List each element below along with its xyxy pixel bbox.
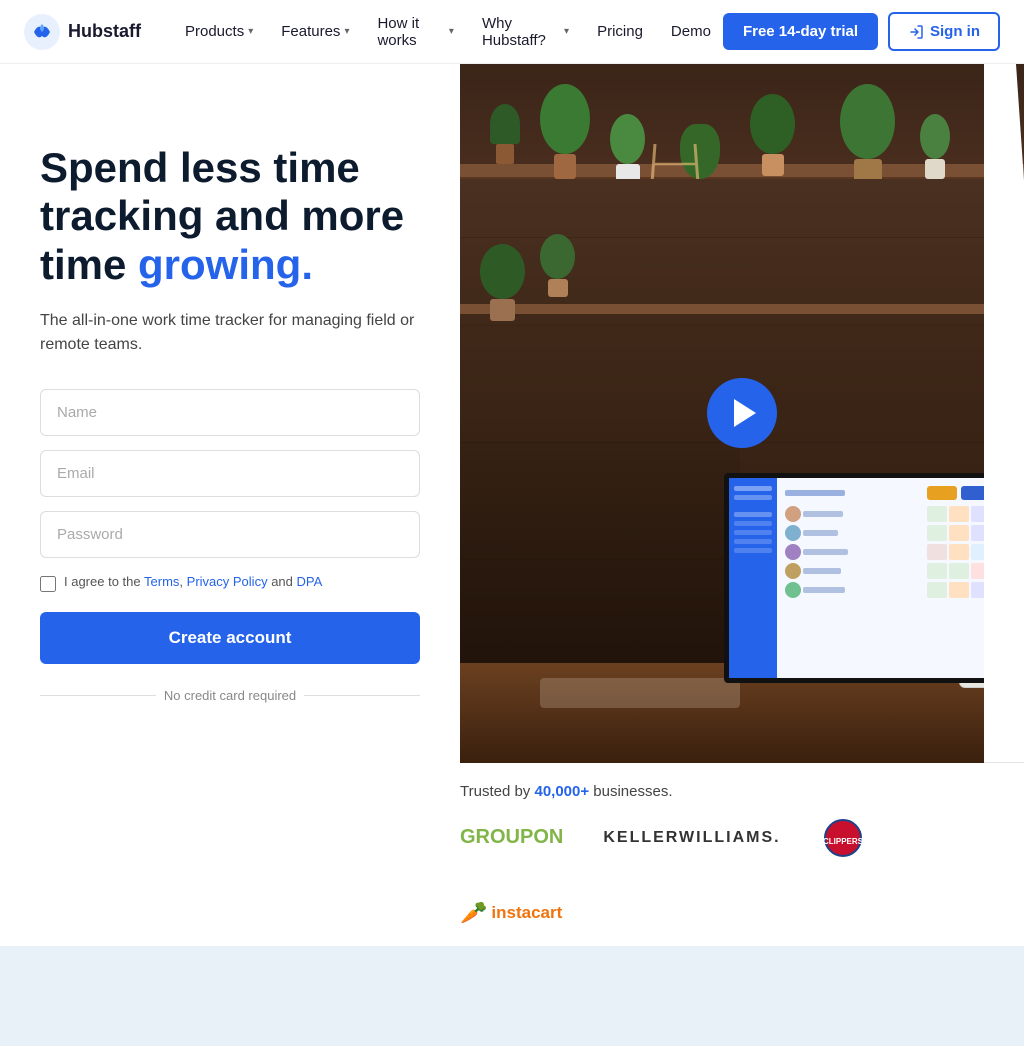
plant-5 <box>750 94 795 176</box>
free-trial-button[interactable]: Free 14-day trial <box>723 13 878 50</box>
chevron-down-icon: ▾ <box>248 26 253 37</box>
logo-text: Hubstaff <box>68 21 141 42</box>
hero-left-panel: Spend less time tracking and more time g… <box>0 64 460 763</box>
logos-row: GROUPON KELLERWILLIAMS. CLIPPERS 🥕 insta… <box>460 816 984 926</box>
chevron-down-icon: ▾ <box>564 26 569 37</box>
signin-button[interactable]: Sign in <box>888 12 1000 51</box>
diagonal-clip <box>984 64 1024 763</box>
nav-how-it-works[interactable]: How it works ▾ <box>365 7 465 57</box>
create-account-button[interactable]: Create account <box>40 612 420 664</box>
nav-products[interactable]: Products ▾ <box>173 15 265 48</box>
footer-gray-area <box>0 946 1024 1046</box>
instacart-logo: 🥕 instacart <box>460 900 562 926</box>
email-input[interactable] <box>40 450 420 497</box>
groupon-logo: GROUPON <box>460 826 563 849</box>
password-input[interactable] <box>40 511 420 558</box>
nav-demo[interactable]: Demo <box>659 15 723 48</box>
navbar: Hubstaff Products ▾ Features ▾ How it wo… <box>0 0 1024 64</box>
no-credit-text: No credit card required <box>40 688 420 703</box>
nav-links: Products ▾ Features ▾ How it works ▾ Why… <box>173 7 723 57</box>
clippers-logo: CLIPPERS <box>821 816 865 860</box>
clippers-icon: CLIPPERS <box>823 818 863 858</box>
lower-plant-2 <box>540 234 575 297</box>
trusted-text: Trusted by 40,000+ businesses. <box>460 783 984 800</box>
hero-right-panel <box>460 64 1024 763</box>
name-input[interactable] <box>40 389 420 436</box>
nav-features[interactable]: Features ▾ <box>269 15 361 48</box>
terms-text: I agree to the Terms, Privacy Policy and… <box>64 574 322 589</box>
carrot-icon: 🥕 <box>460 900 487 926</box>
chevron-down-icon: ▾ <box>344 26 349 37</box>
hero-title: Spend less time tracking and more time g… <box>40 144 420 289</box>
chevron-down-icon: ▾ <box>449 26 454 37</box>
signup-form: I agree to the Terms, Privacy Policy and… <box>40 389 420 703</box>
privacy-policy-link[interactable]: Privacy Policy <box>187 574 268 589</box>
monitor-area <box>724 473 1024 703</box>
plant-6 <box>840 84 895 184</box>
terms-link[interactable]: Terms <box>144 574 179 589</box>
dpa-link[interactable]: DPA <box>297 574 323 589</box>
monitor-content <box>777 478 999 678</box>
keller-williams-logo: KELLERWILLIAMS. <box>603 829 780 847</box>
terms-row: I agree to the Terms, Privacy Policy and… <box>40 574 420 592</box>
hero-background <box>460 64 1024 763</box>
monitor-sidebar <box>729 478 777 678</box>
plant-1 <box>490 104 520 164</box>
logo-link[interactable]: Hubstaff <box>24 14 141 50</box>
nav-pricing[interactable]: Pricing <box>585 15 655 48</box>
monitor-screen <box>724 473 1004 683</box>
trusted-section: Trusted by 40,000+ businesses. GROUPON K… <box>0 763 1024 946</box>
terms-checkbox[interactable] <box>40 576 56 592</box>
logo-icon <box>24 14 60 50</box>
play-button[interactable] <box>707 378 777 448</box>
signin-icon <box>908 24 924 40</box>
plant-7 <box>920 114 950 179</box>
svg-text:CLIPPERS: CLIPPERS <box>823 837 863 846</box>
nav-why-hubstaff[interactable]: Why Hubstaff? ▾ <box>470 7 581 57</box>
plant-2 <box>540 84 590 179</box>
lower-shelf <box>460 304 1024 314</box>
hero-section: Spend less time tracking and more time g… <box>0 64 1024 763</box>
hero-subtitle: The all-in-one work time tracker for man… <box>40 309 420 357</box>
nav-actions: Free 14-day trial Sign in <box>723 12 1000 51</box>
play-icon <box>734 399 756 427</box>
lower-plant-1 <box>480 244 525 321</box>
